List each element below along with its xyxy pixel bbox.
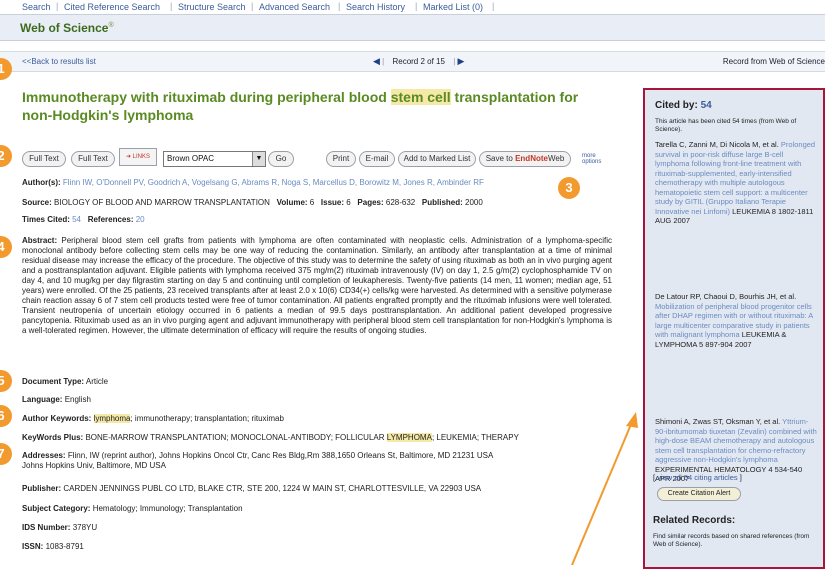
ids-number-row: IDS Number: 378YU: [22, 523, 98, 532]
annotation-badge-2: 2: [0, 145, 12, 167]
issn-row: ISSN: 1083-8791: [22, 542, 84, 551]
subject-category-row: Subject Category: Hematology; Immunology…: [22, 504, 243, 513]
full-text-button[interactable]: Full Text: [22, 151, 66, 167]
citing-article-title-link[interactable]: Prolonged survival in poor-risk diffuse …: [655, 140, 815, 216]
addresses-row-2: Johns Hopkins Univ, Baltimore, MD USA: [22, 461, 166, 470]
view-all-citing-link[interactable]: [ view all 54 citing articles ]: [653, 473, 742, 482]
nav-cited-reference-search[interactable]: Cited Reference Search: [64, 2, 160, 12]
language-row: Language: English: [22, 395, 91, 404]
related-records-note: Find similar records based on shared ref…: [653, 533, 810, 548]
prev-record-icon[interactable]: ◀: [373, 56, 380, 66]
more-options-link[interactable]: more options: [582, 153, 601, 165]
opac-select[interactable]: Brown OPAC ▼: [163, 151, 266, 167]
annotation-badge-4: 4: [0, 236, 12, 258]
cited-count-link[interactable]: 54: [701, 100, 712, 111]
references-link[interactable]: 20: [136, 215, 145, 224]
cited-by-heading: Cited by: 54: [655, 100, 712, 111]
record-position: Record 2 of 15: [392, 57, 445, 66]
record-nav-bar: <<Back to results list ◀ | Record 2 of 1…: [0, 51, 825, 72]
annotation-badge-6: 6: [0, 405, 12, 427]
authors-links[interactable]: Flinn IW, O'Donnell PV, Goodrich A, Voge…: [63, 178, 484, 187]
addresses-row: Addresses: Flinn, IW (reprint author), J…: [22, 451, 494, 460]
record-pager: ◀ | Record 2 of 15 | ▶: [373, 56, 465, 66]
document-type-row: Document Type: Article: [22, 377, 109, 386]
citing-article-title-link[interactable]: Mobilization of peripheral blood progeni…: [655, 302, 813, 340]
nav-structure-search[interactable]: Structure Search: [178, 2, 246, 12]
annotation-badge-5: 5: [0, 370, 12, 392]
pointer-arrow-icon: [571, 412, 638, 565]
save-to-endnote-web-button[interactable]: Save to EndNoteWeb: [479, 151, 571, 167]
links-button[interactable]: ➜ LINKS: [119, 148, 157, 166]
back-to-results-link[interactable]: <<Back to results list: [22, 57, 96, 66]
print-button[interactable]: Print: [326, 151, 356, 167]
authors-row: Author(s): Flinn IW, O'Donnell PV, Goodr…: [22, 178, 484, 187]
author-keywords-row: Author Keywords: lymphoma; immunotherapy…: [22, 414, 284, 423]
annotation-badge-3: 3: [558, 177, 580, 199]
keywords-plus-row: KeyWords Plus: BONE-MARROW TRANSPLANTATI…: [22, 433, 519, 442]
record-title: Immunotherapy with rituximab during peri…: [22, 89, 579, 123]
nav-search-history[interactable]: Search History: [346, 2, 405, 12]
cited-by-note: This article has been cited 54 times (fr…: [655, 118, 797, 133]
full-text-button-2[interactable]: Full Text: [71, 151, 115, 167]
times-cited-row: Times Cited: 54 References: 20: [22, 215, 145, 224]
source-row: Source: BIOLOGY OF BLOOD AND MARROW TRAN…: [22, 198, 483, 207]
app-title: Web of Science®: [20, 21, 114, 35]
annotation-badge-7: 7: [0, 443, 12, 465]
nav-marked-list[interactable]: Marked List (0): [423, 2, 483, 12]
add-to-marked-list-button[interactable]: Add to Marked List: [398, 151, 476, 167]
nav-advanced-search[interactable]: Advanced Search: [259, 2, 330, 12]
next-record-icon[interactable]: ▶: [458, 56, 465, 66]
chevron-down-icon: ▼: [252, 152, 265, 166]
citing-article: Tarella C, Zanni M, Di Nicola M, et al. …: [655, 140, 816, 225]
go-button[interactable]: Go: [268, 151, 294, 167]
times-cited-link[interactable]: 54: [72, 215, 81, 224]
related-records-heading: Related Records:: [653, 515, 736, 526]
publisher-row: Publisher: CARDEN JENNINGS PUBL CO LTD, …: [22, 484, 482, 493]
citing-article: De Latour RP, Chaoui D, Bourhis JH, et a…: [655, 292, 813, 349]
top-nav: Search | Cited Reference Search | Struct…: [0, 0, 825, 15]
app-header: Web of Science®: [0, 15, 825, 41]
email-button[interactable]: E-mail: [359, 151, 395, 167]
record-source: Record from Web of Science: [722, 57, 825, 66]
nav-search[interactable]: Search: [22, 2, 51, 12]
create-citation-alert-button[interactable]: Create Citation Alert: [657, 487, 741, 501]
abstract: Abstract: Peripheral blood stem cell gra…: [22, 236, 612, 335]
